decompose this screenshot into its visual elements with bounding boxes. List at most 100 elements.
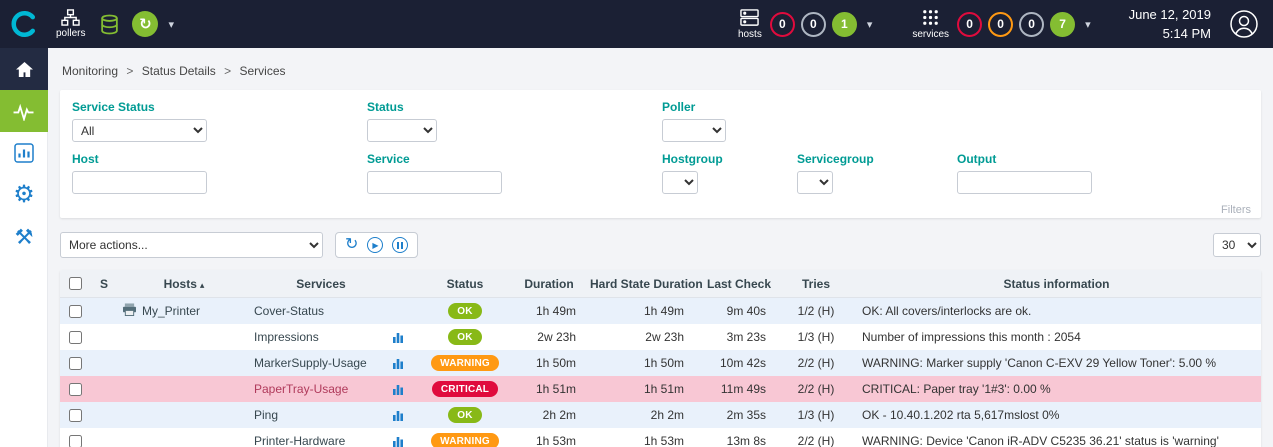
services-menu[interactable]: services	[912, 8, 949, 40]
header-s[interactable]: S	[90, 277, 118, 291]
row-checkbox[interactable]	[69, 409, 82, 422]
pause-bars	[397, 242, 403, 249]
services-chevron-down-icon[interactable]: ▾	[1085, 18, 1091, 31]
gear-icon: ⚙	[13, 183, 35, 207]
sidebar-item-reporting[interactable]	[0, 132, 48, 174]
service-link[interactable]: MarkerSupply-Usage	[254, 356, 367, 370]
service-link[interactable]: Printer-Hardware	[254, 434, 345, 447]
poller-label: Poller	[662, 100, 726, 114]
poller-chevron-down-icon[interactable]: ▾	[168, 18, 174, 31]
hostgroup-label: Hostgroup	[662, 152, 797, 166]
status-select[interactable]	[367, 119, 437, 142]
service-status-select[interactable]: All	[72, 119, 207, 142]
current-time: 5:14 PM	[1129, 24, 1211, 44]
status-badge: OK	[448, 407, 481, 423]
hosts-down-badge[interactable]: 0	[770, 12, 795, 37]
hostgroup-select[interactable]	[662, 171, 698, 194]
breadcrumb-status-details[interactable]: Status Details	[142, 64, 216, 78]
topbar: pollers ↻ ▾ hosts 0 0 1 ▾	[0, 0, 1273, 48]
play-icon[interactable]: ▶	[367, 237, 383, 253]
breadcrumb-services: Services	[239, 64, 285, 78]
row-checkbox[interactable]	[69, 383, 82, 396]
status-badge: WARNING	[431, 433, 499, 447]
row-checkbox[interactable]	[69, 357, 82, 370]
service-link[interactable]: Impressions	[254, 330, 319, 344]
sidebar-item-monitoring[interactable]	[0, 90, 48, 132]
service-link[interactable]: Cover-Status	[254, 304, 324, 318]
sidebar-item-administration[interactable]: ⚒	[0, 216, 48, 258]
duration-cell: 2w 23h	[508, 330, 590, 344]
header-services[interactable]: Services	[250, 277, 392, 291]
sort-asc-icon: ▴	[200, 280, 205, 290]
table-row: PaperTray-Usage CRITICAL 1h 51m 1h 51m 1…	[60, 376, 1261, 402]
breadcrumb-separator: >	[219, 64, 236, 78]
hosts-menu[interactable]: hosts	[738, 8, 762, 40]
hard-state-duration-cell: 2w 23h	[590, 330, 698, 344]
more-actions-select[interactable]: More actions...	[60, 232, 323, 258]
database-icon[interactable]	[99, 14, 120, 35]
sidebar-item-configuration[interactable]: ⚙	[0, 174, 48, 216]
services-label: services	[912, 29, 949, 40]
chart-icon	[14, 143, 34, 163]
tools-icon: ⚒	[15, 227, 34, 248]
pollers-menu[interactable]: pollers	[56, 9, 85, 39]
sidebar-item-home[interactable]	[0, 48, 48, 90]
graph-icon[interactable]	[392, 331, 422, 343]
last-check-cell: 9m 40s	[698, 304, 780, 318]
user-profile-button[interactable]	[1229, 9, 1259, 39]
services-ok-badge[interactable]: 7	[1050, 12, 1075, 37]
hosts-up-badge[interactable]: 1	[832, 12, 857, 37]
user-icon	[1229, 9, 1259, 39]
header-hosts[interactable]: Hosts▴	[118, 277, 250, 291]
services-unknown-badge[interactable]: 0	[1019, 12, 1044, 37]
table-row: Printer-Hardware WARNING 1h 53m 1h 53m 1…	[60, 428, 1261, 447]
graph-icon[interactable]	[392, 357, 422, 369]
host-input[interactable]	[72, 171, 207, 194]
row-checkbox[interactable]	[69, 305, 82, 318]
output-input[interactable]	[957, 171, 1092, 194]
header-status-information[interactable]: Status information	[852, 277, 1261, 291]
row-checkbox[interactable]	[69, 331, 82, 344]
servicegroup-select[interactable]	[797, 171, 833, 194]
pollers-icon	[61, 9, 80, 26]
hosts-chevron-down-icon[interactable]: ▾	[867, 18, 873, 31]
service-link[interactable]: Ping	[254, 408, 278, 422]
hard-state-duration-cell: 2h 2m	[590, 408, 698, 422]
last-check-cell: 3m 23s	[698, 330, 780, 344]
heartbeat-icon	[12, 102, 36, 121]
home-icon	[15, 61, 34, 78]
header-status[interactable]: Status	[422, 277, 508, 291]
hard-state-duration-cell: 1h 53m	[590, 434, 698, 447]
table-row: My_Printer Cover-Status OK 1h 49m 1h 49m…	[60, 298, 1261, 324]
breadcrumb-monitoring[interactable]: Monitoring	[62, 64, 118, 78]
graph-icon[interactable]	[392, 435, 422, 447]
hosts-unreachable-badge[interactable]: 0	[801, 12, 826, 37]
header-last-check[interactable]: Last Check	[698, 277, 780, 291]
printer-icon	[122, 303, 137, 319]
centreon-logo[interactable]	[0, 0, 48, 48]
header-duration[interactable]: Duration	[508, 277, 590, 291]
table-row: Impressions OK 2w 23h 2w 23h 3m 23s 1/3 …	[60, 324, 1261, 350]
page-size-select[interactable]: 30	[1213, 233, 1261, 257]
pause-icon[interactable]	[392, 237, 408, 253]
hosts-label: hosts	[738, 29, 762, 40]
refresh-icon[interactable]: ↻	[345, 237, 358, 253]
breadcrumb-separator: >	[121, 64, 138, 78]
graph-icon[interactable]	[392, 409, 422, 421]
row-checkbox[interactable]	[69, 435, 82, 447]
graph-icon[interactable]	[392, 383, 422, 395]
services-critical-badge[interactable]: 0	[957, 12, 982, 37]
duration-cell: 2h 2m	[508, 408, 590, 422]
platform-status-icon[interactable]: ↻	[132, 11, 158, 37]
last-check-cell: 11m 49s	[698, 382, 780, 396]
select-all-checkbox[interactable]	[69, 277, 82, 290]
host-link[interactable]: My_Printer	[142, 304, 200, 318]
header-hard-state-duration[interactable]: Hard State Duration	[590, 277, 698, 291]
tries-cell: 1/3 (H)	[780, 330, 852, 344]
poller-select[interactable]	[662, 119, 726, 142]
status-information-cell: OK - 10.40.1.202 rta 5,617mslost 0%	[852, 408, 1261, 422]
services-warning-badge[interactable]: 0	[988, 12, 1013, 37]
service-input[interactable]	[367, 171, 502, 194]
header-tries[interactable]: Tries	[780, 277, 852, 291]
service-link[interactable]: PaperTray-Usage	[254, 382, 348, 396]
